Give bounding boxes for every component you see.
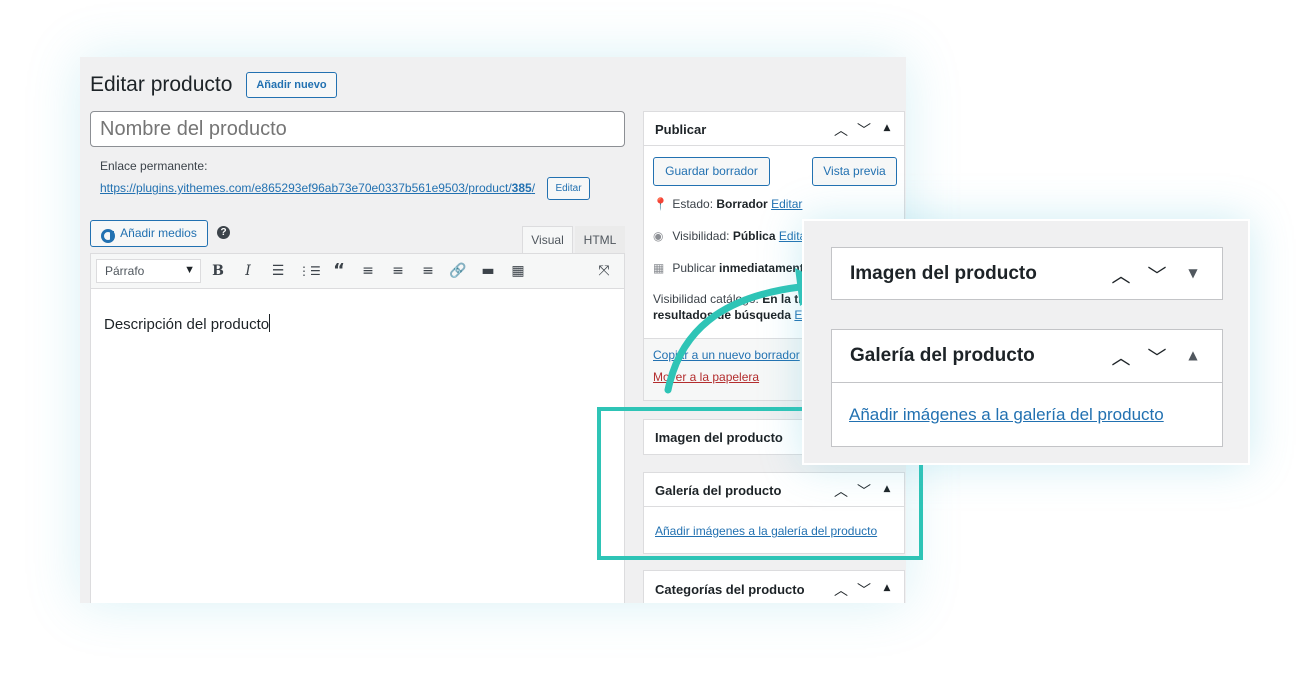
permalink-link[interactable]: https://plugins.yithemes.com/e865293ef96… xyxy=(100,181,535,195)
chevron-down-icon[interactable]: ﹀ xyxy=(857,120,871,140)
editor-content[interactable]: Descripción del producto xyxy=(104,314,271,333)
edit-slug-button[interactable]: Editar xyxy=(547,177,590,200)
product-title-input[interactable] xyxy=(90,111,625,147)
categories-title: Categorías del producto xyxy=(655,582,805,597)
italic-icon[interactable]: I xyxy=(238,261,258,281)
zoom-product-image-metabox: Imagen del producto ︿ ﹀ ▼ xyxy=(831,247,1223,300)
tab-visual[interactable]: Visual xyxy=(522,226,573,253)
status-row: 📍 Estado: Borrador Editar xyxy=(653,197,802,211)
status-value: Borrador xyxy=(716,197,768,211)
format-select[interactable]: Párrafo ▼ xyxy=(96,259,201,283)
zoom-divider xyxy=(832,382,1222,383)
publish-title: Publicar xyxy=(655,122,707,137)
zoom-product-image-title: Imagen del producto xyxy=(850,263,1037,284)
toggle-triangle-icon[interactable]: ▲ xyxy=(880,120,894,140)
permalink-label: Enlace permanente: xyxy=(100,159,208,173)
toggle-triangle-icon[interactable]: ▲ xyxy=(1182,343,1204,370)
chevron-down-icon[interactable]: ﹀ xyxy=(857,580,871,600)
visibility-value: Pública xyxy=(732,229,776,243)
blockquote-icon[interactable]: “ xyxy=(329,261,349,281)
zoom-gallery-title: Galería del producto xyxy=(850,345,1035,366)
permalink-url-prefix: https://plugins.yithemes.com/e865293ef96… xyxy=(100,181,512,195)
chevron-up-icon[interactable]: ︿ xyxy=(834,120,848,140)
permalink-url-suffix: / xyxy=(531,181,536,195)
toggle-triangle-down-icon[interactable]: ▼ xyxy=(1182,261,1204,288)
bullet-list-icon[interactable]: ☰ xyxy=(268,261,288,281)
zoom-callout: Imagen del producto ︿ ﹀ ▼ Galería del pr… xyxy=(802,219,1250,465)
format-select-value: Párrafo xyxy=(105,264,145,278)
fullscreen-icon[interactable]: ⤧ xyxy=(594,261,614,281)
editor-toolbar: Párrafo ▼ B I ☰ ⋮☰ “ ≡ ≡ ≡ 🔗 ▬ ▦ ⤧ xyxy=(91,254,624,289)
preview-button[interactable]: Vista previa xyxy=(812,157,897,186)
zoom-gallery-metabox: Galería del producto ︿ ﹀ ▲ Añadir imágen… xyxy=(831,329,1223,447)
status-edit-link[interactable]: Editar xyxy=(771,197,802,211)
toggle-triangle-icon[interactable]: ▲ xyxy=(880,580,894,600)
align-right-icon[interactable]: ≡ xyxy=(418,261,438,281)
publish-header: Publicar ︿ ﹀ ▲ xyxy=(644,112,904,146)
help-icon[interactable]: ? xyxy=(217,226,230,239)
chevron-down-icon[interactable]: ﹀ xyxy=(1146,343,1168,370)
chevron-up-icon[interactable]: ︿ xyxy=(1110,343,1132,370)
link-icon[interactable]: 🔗 xyxy=(448,261,468,281)
chevron-down-icon: ▼ xyxy=(184,264,195,276)
chevron-up-icon[interactable]: ︿ xyxy=(834,580,848,600)
tab-html[interactable]: HTML xyxy=(575,226,625,253)
align-center-icon[interactable]: ≡ xyxy=(388,261,408,281)
status-label: Estado: xyxy=(672,197,714,211)
add-new-button[interactable]: Añadir nuevo xyxy=(246,72,337,98)
pin-icon: 📍 xyxy=(653,197,668,211)
add-media-label: Añadir medios xyxy=(120,226,197,240)
permalink-slug: 385 xyxy=(511,181,532,195)
page-title: Editar producto xyxy=(90,73,233,96)
categories-metabox: Categorías del producto ︿ ﹀ ▲ xyxy=(643,570,905,603)
visibility-label: Visibilidad: xyxy=(672,229,730,243)
add-media-button[interactable]: Añadir medios xyxy=(90,220,208,247)
content-text: Descripción del producto xyxy=(104,316,270,333)
align-left-icon[interactable]: ≡ xyxy=(358,261,378,281)
chevron-up-icon[interactable]: ︿ xyxy=(1110,261,1132,288)
bold-icon[interactable]: B xyxy=(208,261,228,281)
numbered-list-icon[interactable]: ⋮☰ xyxy=(298,261,321,281)
read-more-icon[interactable]: ▬ xyxy=(478,261,498,281)
visibility-row: ◉ Visibilidad: Pública Editar xyxy=(653,229,810,243)
text-cursor xyxy=(269,314,271,332)
eye-icon: ◉ xyxy=(653,229,664,243)
toolbar-toggle-icon[interactable]: ▦ xyxy=(508,261,528,281)
save-draft-button[interactable]: Guardar borrador xyxy=(653,157,770,186)
chevron-down-icon[interactable]: ﹀ xyxy=(1146,261,1168,288)
media-icon xyxy=(101,227,116,243)
zoom-add-gallery-images-link[interactable]: Añadir imágenes a la galería del product… xyxy=(849,405,1164,425)
content-editor[interactable]: Párrafo ▼ B I ☰ ⋮☰ “ ≡ ≡ ≡ 🔗 ▬ ▦ ⤧ Descr… xyxy=(90,253,625,603)
